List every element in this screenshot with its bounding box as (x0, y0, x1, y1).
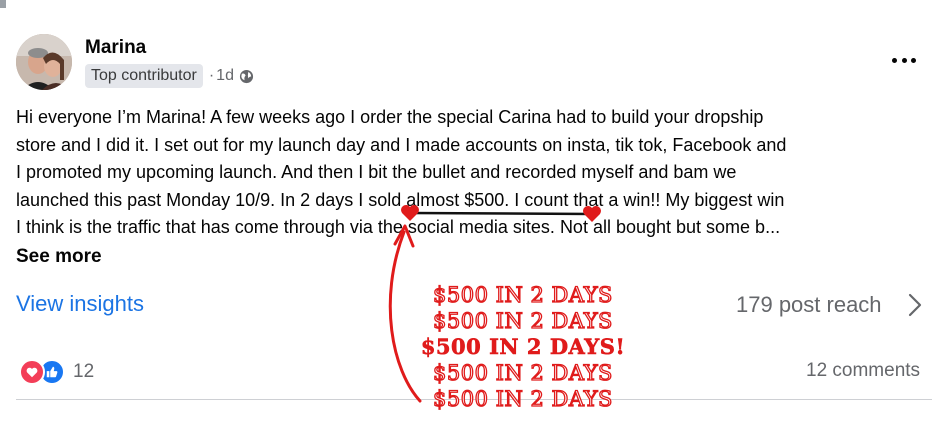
top-contributor-badge[interactable]: Top contributor (85, 64, 203, 88)
post-body: Hi everyone I’m Marina! A few weeks ago … (16, 104, 928, 242)
post-timestamp[interactable]: 1d (216, 67, 234, 85)
promo-line: $500 IN 2 DAYS (432, 308, 613, 333)
reaction-count: 12 (73, 361, 95, 382)
post-text-line: Hi everyone I’m Marina! A few weeks ago … (16, 107, 764, 127)
chevron-right-icon[interactable] (906, 292, 924, 318)
see-more-link[interactable]: See more (16, 246, 102, 268)
promo-line: $500 IN 2 DAYS (432, 386, 613, 411)
view-insights-link[interactable]: View insights (16, 291, 144, 317)
promo-annotation: $500 IN 2 DAYS $500 IN 2 DAYS $500 IN 2 … (412, 282, 634, 412)
promo-line: $500 IN 2 DAYS (432, 360, 613, 385)
more-horizontal-icon-dot (901, 57, 907, 63)
comments-count[interactable]: 12 comments (806, 360, 920, 382)
reactions-summary[interactable]: 12 (19, 359, 94, 385)
more-horizontal-icon (892, 57, 897, 63)
promo-line-highlight: $500 IN 2 DAYS! (420, 334, 626, 360)
more-options-button[interactable] (888, 48, 920, 72)
post-text-line: launched this past Monday 10/9. In 2 day… (16, 189, 785, 210)
author-name[interactable]: Marina (85, 37, 146, 59)
corner-mark (0, 0, 6, 8)
promo-line: $500 IN 2 DAYS (432, 282, 613, 307)
post-reach[interactable]: 179 post reach (736, 292, 882, 318)
more-horizontal-icon-dot (911, 57, 916, 63)
post-text-line: I think is the traffic that has come thr… (16, 217, 781, 237)
love-icon (19, 359, 45, 385)
post-text-line: I promoted my upcoming launch. And then … (16, 162, 737, 182)
avatar[interactable] (16, 34, 72, 90)
meta-separator: · (208, 67, 215, 84)
globe-icon (239, 69, 254, 83)
avatar-photo (16, 34, 72, 90)
post-meta: Top contributor · 1d (85, 64, 254, 88)
post-text-line: store and I did it. I set out for my lau… (16, 134, 787, 155)
